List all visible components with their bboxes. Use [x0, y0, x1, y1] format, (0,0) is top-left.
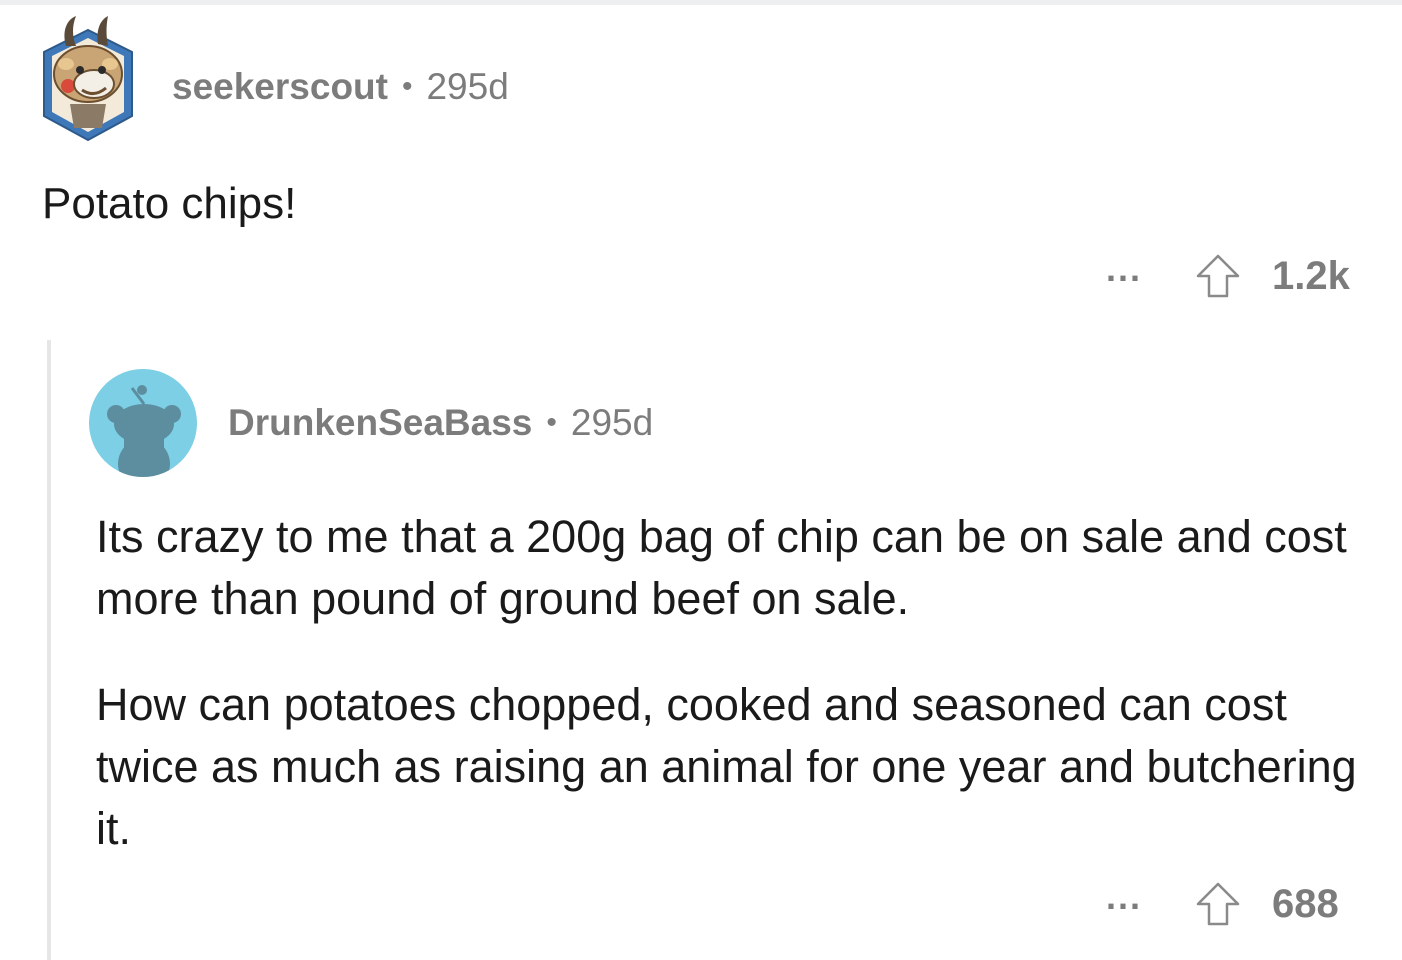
- comment-paragraph: How can potatoes chopped, cooked and sea…: [96, 679, 1357, 854]
- comment-age: 295d: [570, 402, 654, 443]
- comment-body: Potato chips!: [42, 176, 296, 232]
- comment-meta: seekerscout • 295d: [172, 66, 509, 108]
- comment: seekerscout • 295d Potato chips! ... 1.2…: [0, 0, 1402, 340]
- vote-score: 688: [1272, 881, 1339, 926]
- username-link[interactable]: DrunkenSeaBass: [228, 402, 532, 444]
- upvote-arrow-icon[interactable]: [1194, 880, 1242, 928]
- meta-separator: •: [546, 406, 557, 439]
- snoo-avatar-icon[interactable]: [88, 368, 198, 478]
- meta-separator: •: [401, 70, 413, 103]
- username-link[interactable]: seekerscout: [172, 66, 388, 108]
- upvote-arrow-icon[interactable]: [1194, 252, 1242, 300]
- comment-age: 295d: [426, 66, 509, 107]
- more-options-button[interactable]: ...: [1106, 251, 1142, 293]
- comment-paragraph: Its crazy to me that a 200g bag of chip …: [96, 511, 1347, 624]
- comment-text: Potato chips!: [42, 179, 297, 228]
- comment-actions: ... 1.2k: [1106, 251, 1350, 300]
- antelope-avatar-icon[interactable]: [36, 12, 140, 144]
- vote-score: 1.2k: [1272, 253, 1350, 298]
- comment-actions: ... 688: [1106, 879, 1339, 928]
- comment-reply: DrunkenSeaBass • 295d Its crazy to me th…: [0, 340, 1402, 960]
- comment-body: Its crazy to me that a 200g bag of chip …: [96, 506, 1376, 904]
- comment-meta: DrunkenSeaBass • 295d: [228, 402, 653, 444]
- more-options-button[interactable]: ...: [1106, 879, 1142, 921]
